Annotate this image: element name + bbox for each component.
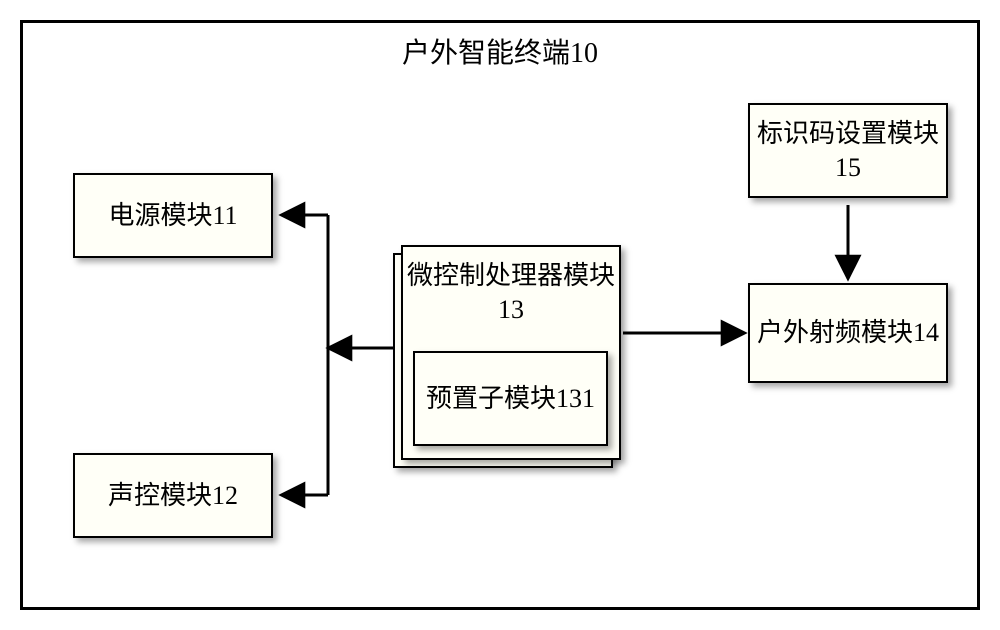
node-mcu-label: 微控制处理器模块13 bbox=[403, 259, 619, 327]
node-rf: 户外射频模块14 bbox=[748, 283, 948, 383]
node-voice-label: 声控模块12 bbox=[108, 479, 238, 513]
node-rf-label: 户外射频模块14 bbox=[757, 316, 939, 350]
node-id-label: 标识码设置模块15 bbox=[750, 117, 946, 185]
node-id: 标识码设置模块15 bbox=[748, 103, 948, 198]
diagram-title: 户外智能终端10 bbox=[23, 31, 977, 71]
node-preset-label: 预置子模块131 bbox=[426, 382, 595, 416]
node-preset: 预置子模块131 bbox=[413, 351, 608, 446]
node-power: 电源模块11 bbox=[73, 173, 273, 258]
node-voice: 声控模块12 bbox=[73, 453, 273, 538]
system-container: 户外智能终端10 电源模块11 声控模块12 微控制处理器模块13 预置子模块1… bbox=[20, 20, 980, 610]
node-power-label: 电源模块11 bbox=[108, 199, 237, 233]
